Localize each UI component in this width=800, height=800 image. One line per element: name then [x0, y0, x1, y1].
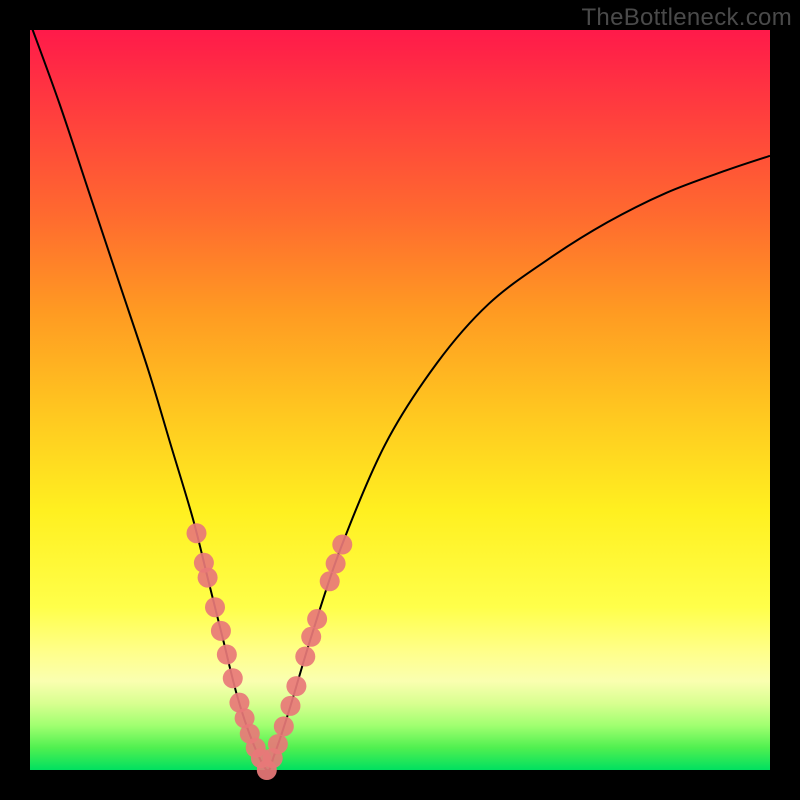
- marker-dot: [268, 734, 288, 754]
- markers-group: [187, 523, 353, 780]
- marker-dot: [286, 676, 306, 696]
- marker-dot: [211, 621, 231, 641]
- marker-dot: [223, 668, 243, 688]
- marker-dot: [280, 696, 300, 716]
- marker-dot: [320, 571, 340, 591]
- marker-dot: [332, 535, 352, 555]
- curve-bottleneck-curve: [30, 23, 770, 771]
- marker-dot: [198, 568, 218, 588]
- chart-svg: [30, 30, 770, 770]
- marker-dot: [274, 716, 294, 736]
- marker-dot: [295, 647, 315, 667]
- marker-dot: [326, 554, 346, 574]
- marker-dot: [307, 609, 327, 629]
- chart-frame: TheBottleneck.com: [0, 0, 800, 800]
- watermark-label: TheBottleneck.com: [581, 4, 792, 32]
- marker-dot: [217, 645, 237, 665]
- marker-dot: [301, 627, 321, 647]
- marker-dot: [187, 523, 207, 543]
- marker-dot: [205, 597, 225, 617]
- series-group: [30, 23, 770, 771]
